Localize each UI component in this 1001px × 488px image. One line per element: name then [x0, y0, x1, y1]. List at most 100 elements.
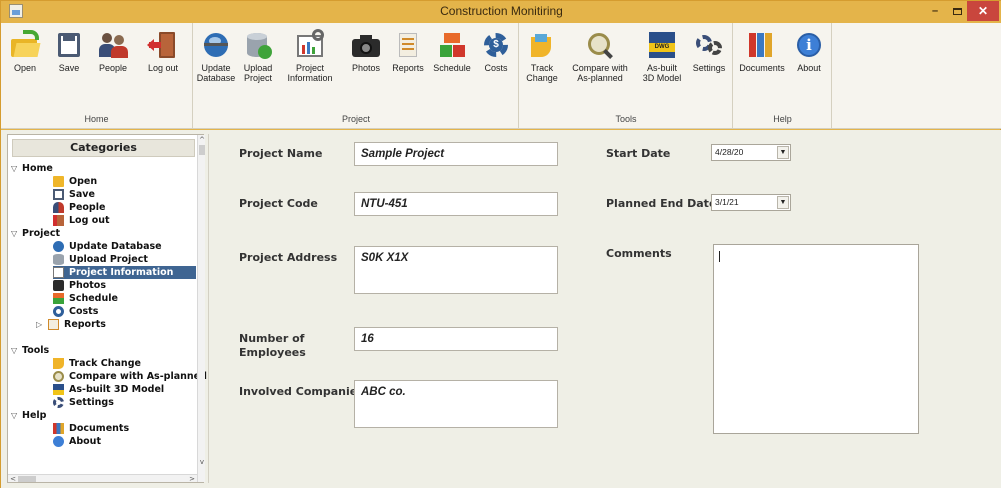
database-upload-icon — [242, 29, 274, 61]
group-label-tools: Tools — [615, 114, 637, 124]
ribbon-group-project: Update Database Upload Project Project I… — [194, 23, 519, 128]
main-area: Categories ▽ Home Open Save People Log ou… — [1, 130, 1001, 488]
tree-item-settings[interactable]: Settings — [53, 396, 114, 409]
categories-tree[interactable]: Categories ▽ Home Open Save People Log ou… — [7, 134, 207, 483]
asbuilt-3d-model-button[interactable]: DWG As-built 3D Model — [638, 23, 686, 103]
minimize-button[interactable]: – — [924, 1, 946, 21]
open-button[interactable]: Open — [5, 23, 45, 103]
comments-textarea[interactable] — [713, 244, 919, 434]
people-button[interactable]: People — [91, 23, 135, 103]
chevron-down-icon[interactable]: ▼ — [777, 196, 789, 209]
tree-group-project[interactable]: ▽ Project — [11, 227, 60, 240]
documents-button[interactable]: Documents — [736, 23, 788, 103]
planned-end-date-picker[interactable]: 3/1/21 ▼ — [711, 194, 791, 211]
tree-item-schedule[interactable]: Schedule — [53, 292, 118, 305]
tree-group-home[interactable]: ▽ Home — [11, 162, 53, 175]
tree-item-compare-as-planned[interactable]: Compare with As-planned — [53, 370, 207, 383]
ribbon-group-help: Documents i About Help — [734, 23, 832, 128]
scroll-down-icon[interactable]: v — [198, 457, 206, 467]
tree-item-reports[interactable]: ▷ Reports — [36, 318, 106, 331]
photos-button[interactable]: Photos — [346, 23, 386, 103]
start-date-label: Start Date — [606, 147, 671, 160]
schedule-button[interactable]: Schedule — [430, 23, 474, 103]
start-date-picker[interactable]: 4/28/20 ▼ — [711, 144, 791, 161]
tree-item-costs[interactable]: Costs — [53, 305, 98, 318]
window-title: Construction Monitiring — [440, 4, 563, 18]
chevron-down-icon[interactable]: ▼ — [777, 146, 789, 159]
scroll-left-icon[interactable]: < — [8, 475, 18, 483]
tree-vertical-scrollbar[interactable]: ^ v — [197, 135, 205, 482]
folder-open-icon — [53, 176, 64, 187]
save-button[interactable]: Save — [49, 23, 89, 103]
tree-item-save[interactable]: Save — [53, 188, 95, 201]
hscroll-thumb[interactable] — [18, 476, 36, 482]
project-info-icon — [53, 267, 64, 278]
track-change-icon — [53, 358, 64, 369]
costs-gear-icon — [53, 306, 64, 317]
tree-item-logout[interactable]: Log out — [53, 214, 110, 227]
scroll-up-icon[interactable]: ^ — [198, 135, 206, 145]
about-button[interactable]: i About — [790, 23, 828, 103]
tree-item-project-information[interactable]: Project Information — [53, 266, 196, 279]
employees-field[interactable]: 16 — [354, 327, 558, 351]
tree-item-asbuilt-3d-model[interactable]: As-built 3D Model — [53, 383, 164, 396]
ribbon-group-home: Open Save People Log out Home — [1, 23, 193, 128]
update-database-button[interactable]: Update Database — [196, 23, 236, 103]
maximize-button[interactable] — [946, 1, 968, 21]
tree-header: Categories — [12, 139, 195, 157]
info-icon — [53, 436, 64, 447]
documents-icon — [53, 423, 64, 434]
chevron-down-icon: ▽ — [11, 346, 18, 355]
planned-end-date-label: Planned End Date — [606, 197, 717, 210]
logout-icon — [53, 215, 64, 226]
globe-icon — [53, 241, 64, 252]
settings-button[interactable]: Settings — [688, 23, 730, 103]
tree-item-people[interactable]: People — [53, 201, 105, 214]
compare-icon — [53, 371, 64, 382]
companies-field[interactable]: ABC co. — [354, 380, 558, 428]
upload-project-button[interactable]: Upload Project — [238, 23, 278, 103]
compare-as-planned-button[interactable]: Compare with As-planned — [568, 23, 632, 103]
tree-item-upload-project[interactable]: Upload Project — [53, 253, 148, 266]
costs-button[interactable]: $ Costs — [476, 23, 516, 103]
reports-button[interactable]: Reports — [388, 23, 428, 103]
project-name-label: Project Name — [239, 147, 323, 160]
project-address-field[interactable]: S0K X1X — [354, 246, 558, 294]
companies-label: Involved Companies — [239, 385, 364, 398]
scroll-right-icon[interactable]: > — [187, 475, 197, 483]
comments-label: Comments — [606, 247, 672, 260]
dwg-model-icon — [53, 384, 64, 395]
project-info-icon — [294, 29, 326, 61]
tree-item-about[interactable]: About — [53, 435, 101, 448]
ribbon-group-tools: Track Change Compare with As-planned DWG… — [520, 23, 733, 128]
track-change-button[interactable]: Track Change — [522, 23, 562, 103]
scroll-thumb[interactable] — [199, 145, 205, 155]
tree-item-open[interactable]: Open — [53, 175, 97, 188]
logout-icon — [147, 29, 179, 61]
close-button[interactable]: ✕ — [967, 1, 999, 21]
group-label-home: Home — [84, 114, 109, 124]
schedule-icon — [53, 293, 64, 304]
tree-item-documents[interactable]: Documents — [53, 422, 129, 435]
camera-icon — [350, 29, 382, 61]
text-caret — [719, 251, 720, 262]
tree-item-update-database[interactable]: Update Database — [53, 240, 162, 253]
project-information-button[interactable]: Project Information — [282, 23, 338, 103]
documents-icon — [746, 29, 778, 61]
project-name-field[interactable]: Sample Project — [354, 142, 558, 166]
tree-item-photos[interactable]: Photos — [53, 279, 106, 292]
tree-item-track-change[interactable]: Track Change — [53, 357, 141, 370]
camera-icon — [53, 280, 64, 291]
settings-icon — [53, 397, 64, 408]
logout-button[interactable]: Log out — [137, 23, 189, 103]
employees-label: Number of Employees — [239, 332, 306, 359]
app-window: Construction Monitiring – ✕ Open Save Pe… — [0, 0, 1001, 488]
project-code-field[interactable]: NTU-451 — [354, 192, 558, 216]
tree-group-tools[interactable]: ▽ Tools — [11, 344, 49, 357]
chevron-down-icon: ▽ — [11, 164, 18, 173]
tree-horizontal-scrollbar[interactable]: < > — [8, 474, 197, 483]
people-icon — [53, 202, 64, 213]
tree-group-help[interactable]: ▽ Help — [11, 409, 46, 422]
schedule-icon — [436, 29, 468, 61]
chevron-down-icon: ▽ — [11, 411, 18, 420]
